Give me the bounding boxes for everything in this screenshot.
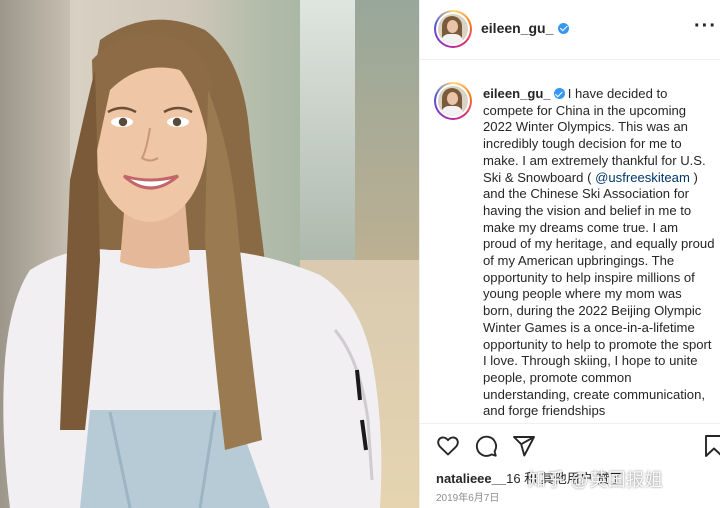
- verified-badge-icon: [558, 22, 570, 34]
- person-illustration: [3, 19, 382, 508]
- verified-badge-icon: [553, 88, 565, 99]
- caption-mention-link[interactable]: @usfreeskiteam: [595, 170, 690, 185]
- heart-icon[interactable]: [436, 434, 460, 458]
- more-horizontal-icon[interactable]: ···: [694, 16, 717, 36]
- comment-icon[interactable]: [474, 434, 498, 458]
- post-caption: eileen_gu_ I have decided to compete for …: [483, 86, 715, 420]
- author-avatar[interactable]: [434, 10, 472, 48]
- caption-text-rest: ) and the Chinese Ski Association for ha…: [483, 169, 715, 419]
- likes-username[interactable]: natalieee__: [436, 471, 506, 486]
- header-username-row: eileen_gu_: [481, 20, 570, 36]
- post-side-panel: eileen_gu_ ··· eileen_gu_ I have decided …: [419, 0, 720, 508]
- caption-username[interactable]: eileen_gu_: [483, 86, 551, 101]
- action-bar: [436, 434, 720, 460]
- share-icon[interactable]: [512, 434, 536, 458]
- watermark-text: 知乎 @英国报姐: [528, 470, 664, 490]
- caption-author-avatar[interactable]: [434, 82, 472, 120]
- header-username[interactable]: eileen_gu_: [481, 20, 553, 36]
- post-date: 2019年6月7日: [436, 493, 500, 504]
- post-photo[interactable]: [0, 0, 419, 508]
- bookmark-icon[interactable]: [704, 434, 720, 458]
- caption-area: eileen_gu_ I have decided to compete for …: [420, 61, 720, 423]
- post-header: eileen_gu_ ···: [420, 0, 720, 60]
- actions-divider: [420, 423, 720, 424]
